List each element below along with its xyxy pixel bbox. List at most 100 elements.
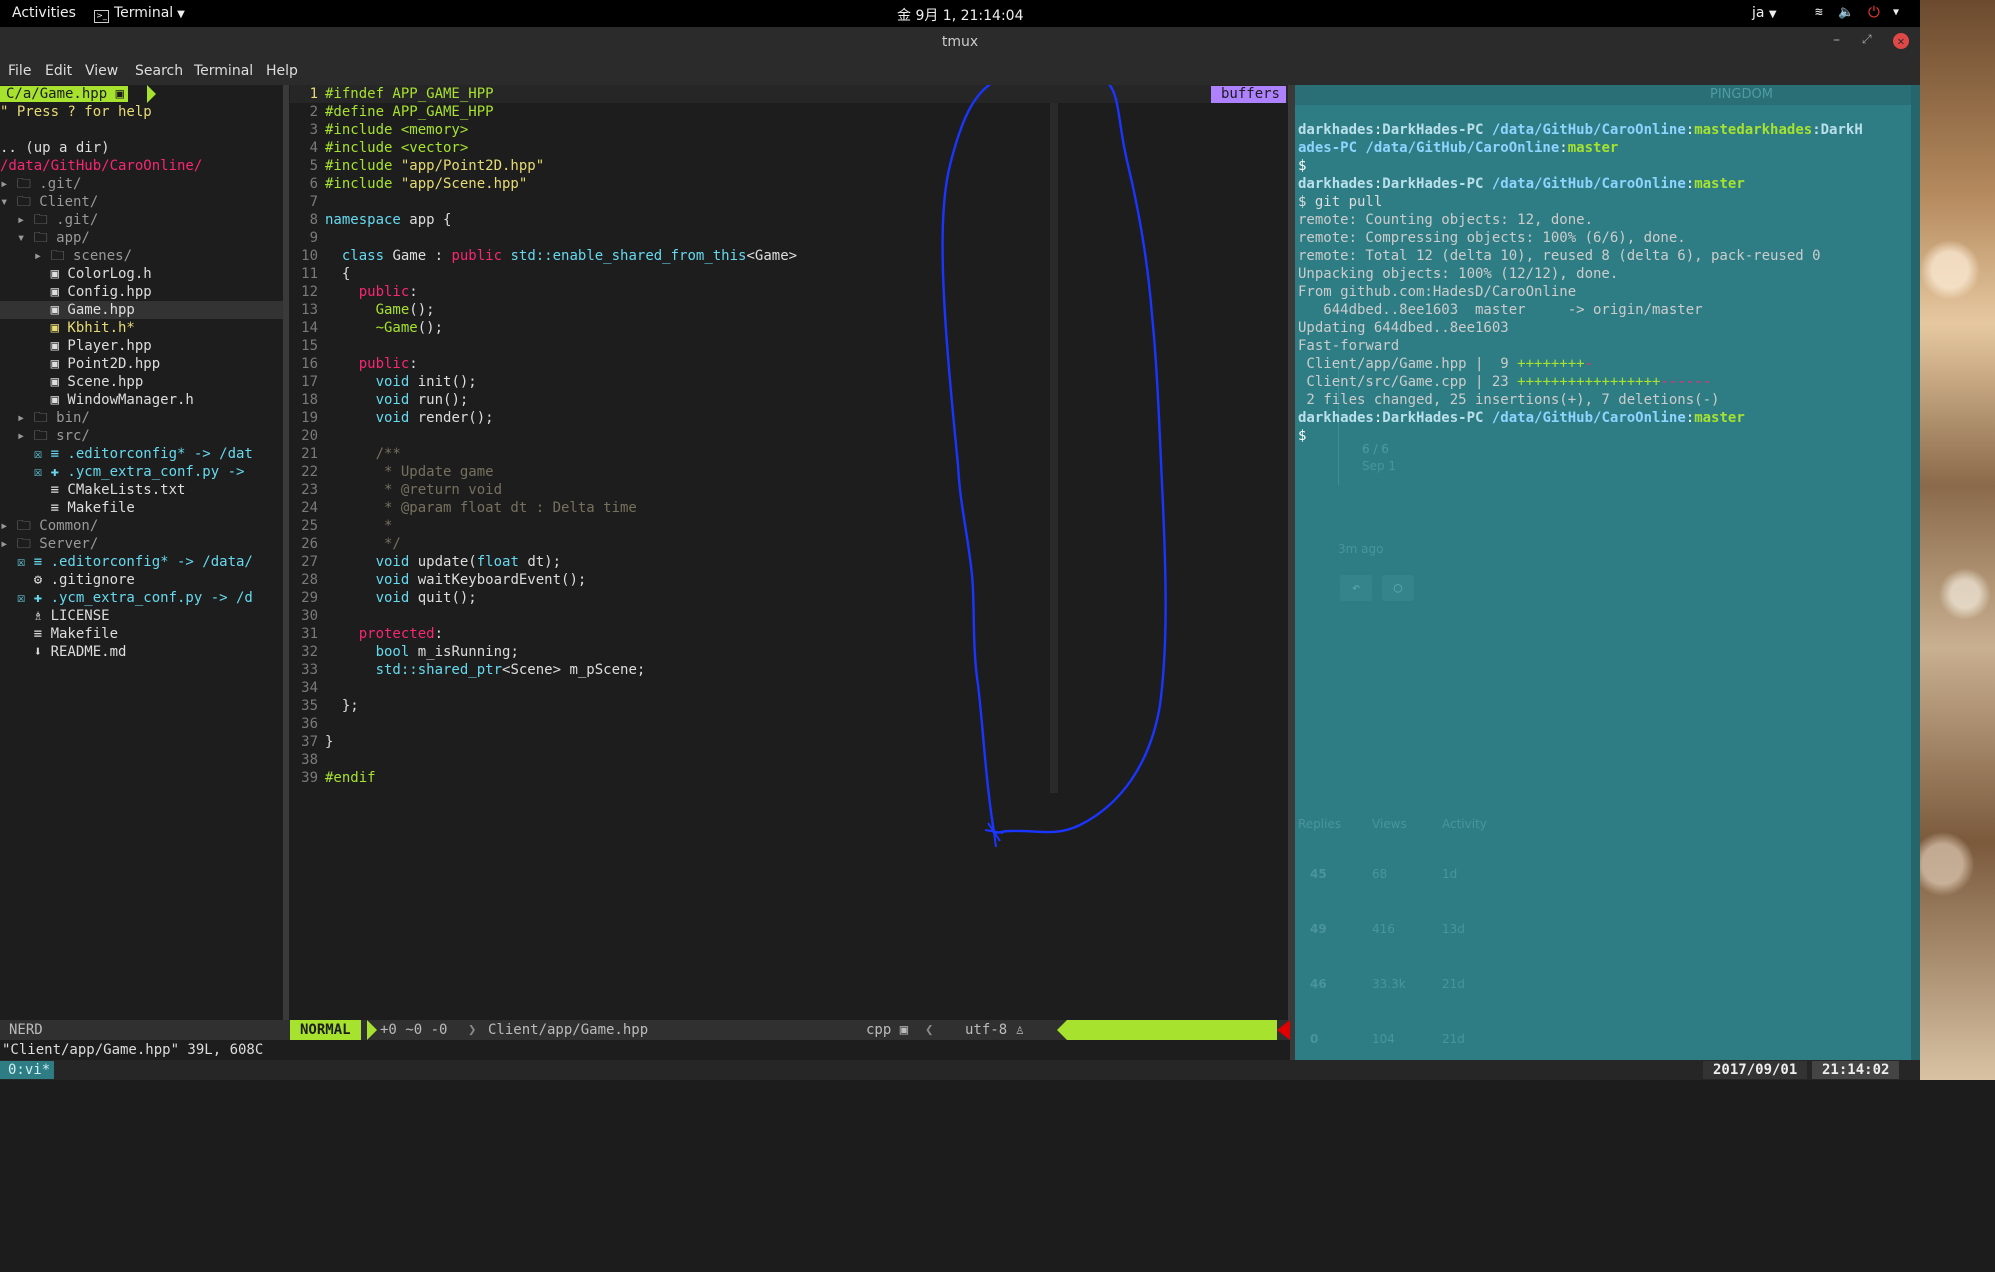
tmux-window-tab[interactable]: 0:vi* [0, 1061, 55, 1079]
code-line[interactable]: 10 class Game : public std::enable_share… [290, 247, 1288, 265]
nerdtree-item[interactable]: ▸ 🗀 Common/ [0, 517, 283, 535]
code-line[interactable]: 30 [290, 607, 1288, 625]
menu-search[interactable]: Search [135, 63, 183, 79]
nerdtree-pane[interactable]: C/a/Game.hpp ▣ " Press ? for help .. (up… [0, 85, 283, 1025]
code-line[interactable]: 6 #include "app/Scene.hpp" [290, 175, 1288, 193]
volume-icon[interactable]: 🔈 [1838, 5, 1854, 20]
terminal-app-menu[interactable]: >_ Terminal ▼ [94, 5, 185, 23]
code-line[interactable]: 28 void waitKeyboardEvent(); [290, 571, 1288, 589]
nerdtree-item[interactable]: ☒ ≡ .editorconfig* -> /dat [0, 445, 283, 463]
code-line[interactable]: 19 void render(); [290, 409, 1288, 427]
nerdtree-item[interactable]: ≡ Makefile [0, 499, 283, 517]
code-line[interactable]: 24 * @param float dt : Delta time [290, 499, 1288, 517]
nerdtree-item[interactable]: ▣ Kbhit.h* [0, 319, 283, 337]
code-line[interactable]: 5 #include "app/Point2D.hpp" [290, 157, 1288, 175]
window-titlebar[interactable]: tmux – ⤢ ✕ [0, 27, 1920, 57]
wifi-icon[interactable]: ≋ [1815, 5, 1823, 20]
menu-terminal[interactable]: Terminal [194, 63, 253, 79]
nerdtree-item[interactable]: ⚙ .gitignore [0, 571, 283, 589]
menu-help[interactable]: Help [266, 63, 298, 79]
nerdtree-item[interactable]: ⬇ README.md [0, 643, 283, 661]
editor-pane[interactable]: 1 #ifndef APP_GAME_HPP 2 #define APP_GAME_H… [290, 85, 1288, 1025]
nerdtree-item[interactable]: ▸ 🗀 .git/ [0, 175, 283, 193]
nerdtree-item[interactable]: ▸ 🗀 src/ [0, 427, 283, 445]
close-icon[interactable]: ✕ [1893, 33, 1909, 49]
nerdtree-item[interactable]: ▣ Scene.hpp [0, 373, 283, 391]
code-line[interactable]: 35 }; [290, 697, 1288, 715]
line-number: 31 [301, 626, 318, 642]
nerdtree-item[interactable]: ☒ ≡ .editorconfig* -> /data/ [0, 553, 283, 571]
code-line[interactable]: 7 [290, 193, 1288, 211]
menu-file[interactable]: File [8, 63, 31, 79]
menu-view[interactable]: View [85, 63, 118, 79]
code-line[interactable]: 11 { [290, 265, 1288, 283]
nerdtree-item[interactable]: ▸ 🗀 bin/ [0, 409, 283, 427]
nerdtree-item[interactable]: ♗ LICENSE [0, 607, 283, 625]
scrollbar[interactable] [1911, 85, 1920, 1060]
nerdtree-up-dir[interactable]: .. (up a dir) [0, 139, 283, 157]
color-column [1050, 103, 1058, 793]
code-text: public: [325, 283, 418, 301]
menu-edit[interactable]: Edit [45, 63, 72, 79]
code-line[interactable]: 16 public: [290, 355, 1288, 373]
code-line[interactable]: 31 protected: [290, 625, 1288, 643]
code-line[interactable]: 21 /** [290, 445, 1288, 463]
buffers-tab[interactable]: buffers [1210, 86, 1286, 103]
code-line[interactable]: 22 * Update game [290, 463, 1288, 481]
code-line[interactable]: 34 [290, 679, 1288, 697]
code-line[interactable]: 25 * [290, 517, 1288, 535]
code-line[interactable]: 17 void init(); [290, 373, 1288, 391]
code-line[interactable]: 37} [290, 733, 1288, 751]
code-line[interactable]: 27 void update(float dt); [290, 553, 1288, 571]
code-line[interactable]: 20 [290, 427, 1288, 445]
code-line[interactable]: 4 #include <vector> [290, 139, 1288, 157]
nerdtree-item[interactable]: ▣ Game.hpp [0, 301, 283, 319]
nerdtree-item[interactable]: ▣ Point2D.hpp [0, 355, 283, 373]
chevron-down-icon[interactable]: ▼ [1893, 7, 1899, 18]
code-line[interactable]: 18 void run(); [290, 391, 1288, 409]
code-line[interactable]: 32 bool m_isRunning; [290, 643, 1288, 661]
terminal-area[interactable]: C/a/Game.hpp ▣ " Press ? for help .. (up… [0, 85, 1920, 1158]
code-line[interactable]: 13 Game(); [290, 301, 1288, 319]
pane-divider[interactable] [283, 85, 289, 1025]
nerdtree-item[interactable]: ▸ 🗀 .git/ [0, 211, 283, 229]
nerdtree-item[interactable]: ▾ 🗀 app/ [0, 229, 283, 247]
code-line[interactable]: 29 void quit(); [290, 589, 1288, 607]
minimize-icon[interactable]: – [1833, 32, 1840, 48]
nerdtree-item[interactable]: ☒ ✚ .ycm_extra_conf.py -> [0, 463, 283, 481]
nerdtree-item[interactable]: ▣ ColorLog.h [0, 265, 283, 283]
activities-button[interactable]: Activities [12, 5, 76, 21]
code-line[interactable]: 3 #include <memory> [290, 121, 1288, 139]
nerdtree-tab[interactable]: C/a/Game.hpp ▣ [0, 86, 129, 102]
nerdtree-item[interactable]: ▣ WindowManager.h [0, 391, 283, 409]
nerdtree-item[interactable]: ≡ CMakeLists.txt [0, 481, 283, 499]
code-line[interactable]: 23 * @return void [290, 481, 1288, 499]
input-method-indicator[interactable]: ja ▼ [1752, 5, 1777, 21]
restore-icon[interactable]: ⤢ [1862, 32, 1872, 47]
code-line[interactable]: 2 #define APP_GAME_HPP [290, 103, 1288, 121]
code-line[interactable]: 26 */ [290, 535, 1288, 553]
code-line[interactable]: 9 [290, 229, 1288, 247]
clock[interactable]: 金 9月 1, 21:14:04 [897, 5, 1024, 25]
code-line[interactable]: 12 public: [290, 283, 1288, 301]
nerdtree-item[interactable]: ▣ Config.hpp [0, 283, 283, 301]
code-line[interactable]: 38 [290, 751, 1288, 769]
code-line[interactable]: 33 std::shared_ptr<Scene> m_pScene; [290, 661, 1288, 679]
code-line[interactable]: 14 ~Game(); [290, 319, 1288, 337]
nerdtree-item[interactable]: ▸ 🗀 Server/ [0, 535, 283, 553]
code-line[interactable]: 39 #endif [290, 769, 1288, 787]
nerdtree-item[interactable]: ≡ Makefile [0, 625, 283, 643]
code-line[interactable]: 15 [290, 337, 1288, 355]
vim-cmdline[interactable]: "Client/app/Game.hpp" 39L, 608C [0, 1040, 1290, 1060]
code-line[interactable]: 8 namespace app { [290, 211, 1288, 229]
code-line[interactable]: 36 [290, 715, 1288, 733]
nerdtree-item[interactable]: ▸ 🗀 scenes/ [0, 247, 283, 265]
nerdtree-item[interactable]: ▣ Player.hpp [0, 337, 283, 355]
nerdtree-item[interactable]: ☒ ✚ .ycm_extra_conf.py -> /d [0, 589, 283, 607]
nerdtree-root[interactable]: /data/GitHub/CaroOnline/ [0, 157, 283, 175]
nerdtree-item[interactable]: ▾ 🗀 Client/ [0, 193, 283, 211]
power-icon[interactable]: ⏻ [1868, 3, 1880, 21]
shell-pane[interactable]: PINGDOM 6 / 6 Sep 1 3m ago ↶ ○ Replies V… [1295, 85, 1920, 1060]
code-line[interactable]: 1 #ifndef APP_GAME_HPP [290, 85, 1288, 103]
pane-divider[interactable] [1288, 85, 1295, 1060]
